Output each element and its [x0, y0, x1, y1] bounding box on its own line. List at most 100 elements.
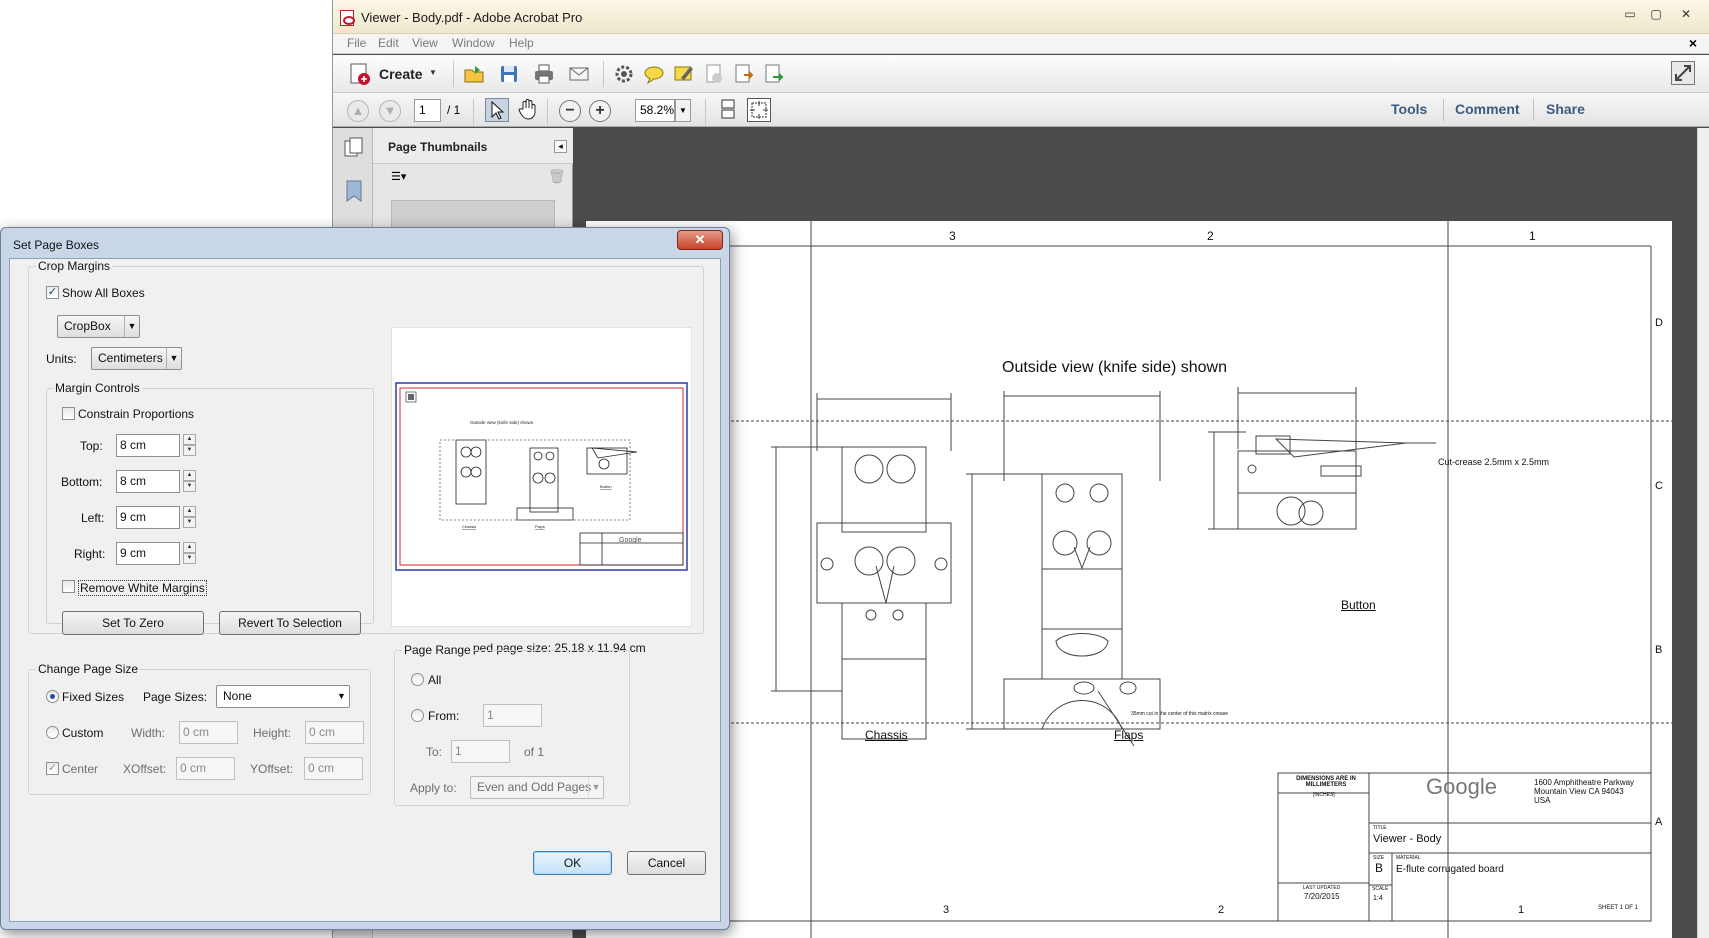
tb-dimensions: DIMENSIONS ARE IN MILLIMETERS [1296, 776, 1356, 788]
menu-help[interactable]: Help [509, 36, 534, 50]
tb-size: B [1375, 861, 1384, 875]
apply-to-label: Apply to: [410, 781, 457, 795]
window-close-button[interactable]: ✕ [1673, 4, 1699, 23]
settings-gear-icon[interactable] [613, 63, 635, 85]
xoffset-label: XOffset: [123, 762, 167, 776]
dialog-body: Crop Margins ✓ Show All Boxes CropBox ▼ … [9, 258, 721, 922]
tools-panel-button[interactable]: Tools [1391, 101, 1427, 117]
window-titlebar[interactable]: Viewer - Body.pdf - Adobe Acrobat Pro ▭ … [333, 0, 1709, 34]
remove-white-margins-label: Remove White Margins [78, 580, 207, 596]
page-thumbnails-icon[interactable] [343, 136, 365, 161]
page-sizes-select[interactable]: None ▼ [216, 685, 350, 708]
page-sizes-dropdown-icon: ▼ [337, 691, 346, 701]
bookmarks-icon[interactable] [345, 180, 363, 205]
previous-page-icon[interactable]: ▲ [347, 100, 369, 122]
page-number-input[interactable]: 1 [414, 99, 441, 122]
delete-page-icon[interactable] [703, 63, 725, 85]
vertical-scrollbar[interactable] [1697, 128, 1709, 938]
tb-material: E-flute corrugated board [1396, 864, 1504, 875]
maximize-button[interactable]: ▢ [1643, 4, 1669, 23]
tb-address-1: 1600 Amphitheatre Parkway [1534, 778, 1635, 787]
apply-to-select[interactable]: Even and Odd Pages ▼ [470, 776, 604, 799]
create-button[interactable]: Create ▼ [349, 61, 441, 87]
menu-view[interactable]: View [412, 36, 438, 50]
row-letter-d: D [1655, 317, 1663, 329]
comment-bubble-icon[interactable] [643, 63, 665, 85]
yoffset-input[interactable]: 0 cm [304, 757, 363, 780]
share-panel-button[interactable]: Share [1546, 101, 1585, 117]
insert-page-icon[interactable] [763, 63, 785, 85]
minimize-button[interactable]: ▭ [1617, 4, 1643, 23]
range-all-radio[interactable] [411, 673, 424, 686]
scrolling-mode-icon[interactable] [717, 98, 739, 120]
apply-to-value: Even and Odd Pages [477, 780, 592, 794]
bottom-margin-input[interactable]: 8 cm [116, 470, 180, 493]
top-margin-input[interactable]: 8 cm [116, 434, 180, 457]
range-from-input[interactable]: 1 [483, 704, 542, 727]
range-all-label: All [428, 673, 442, 687]
left-margin-stepper[interactable]: ▲ ▼ [183, 506, 196, 529]
menu-file[interactable]: File [347, 36, 366, 50]
bottom-margin-stepper[interactable]: ▲ ▼ [183, 470, 196, 493]
width-input[interactable]: 0 cm [179, 721, 238, 744]
constrain-proportions-checkbox[interactable] [62, 407, 75, 420]
open-icon[interactable] [463, 63, 485, 85]
box-type-select[interactable]: CropBox ▼ [57, 315, 140, 338]
show-all-boxes-checkbox[interactable]: ✓ [46, 286, 59, 299]
set-page-boxes-dialog: Set Page Boxes ✕ Crop Margins ✓ Show All… [0, 227, 730, 930]
zoom-input[interactable]: 58.2% [635, 99, 675, 122]
right-margin-input[interactable]: 9 cm [116, 542, 180, 565]
units-dropdown-icon: ▼ [166, 348, 181, 369]
trash-icon[interactable]: 🗑 [548, 168, 566, 185]
xoffset-input[interactable]: 0 cm [176, 757, 235, 780]
zoom-out-icon[interactable]: − [559, 100, 581, 122]
top-margin-stepper[interactable]: ▲ ▼ [183, 434, 196, 457]
revert-to-selection-button[interactable]: Revert To Selection [219, 611, 361, 635]
custom-size-label: Custom [62, 726, 104, 740]
zoom-in-icon[interactable]: + [589, 100, 611, 122]
create-label: Create [379, 66, 423, 82]
thumbnail-options-icon[interactable]: ☰▾ [391, 170, 421, 188]
expand-view-icon[interactable] [1671, 61, 1695, 85]
hand-tool-icon[interactable] [517, 98, 539, 120]
row-letter-a: A [1655, 816, 1663, 828]
nav-pane-title: Page Thumbnails [388, 140, 488, 154]
save-icon[interactable] [498, 63, 520, 85]
tb-inches: [INCHES] [1313, 792, 1335, 798]
set-to-zero-button[interactable]: Set To Zero [62, 611, 204, 635]
units-select[interactable]: Centimeters ▼ [91, 347, 182, 370]
dialog-close-button[interactable]: ✕ [677, 230, 723, 250]
zoom-dropdown-icon[interactable]: ▼ [675, 99, 691, 122]
right-margin-stepper[interactable]: ▲ ▼ [183, 542, 196, 565]
document-close-icon[interactable]: × [1689, 35, 1697, 51]
menu-window[interactable]: Window [452, 36, 495, 50]
pdf-page: 3 2 1 D C B A Outside view (knife side) … [586, 221, 1672, 938]
zone-top-3: 3 [949, 229, 956, 243]
navigation-header: Page Thumbnails ◂ [373, 128, 573, 164]
fixed-sizes-radio[interactable] [46, 690, 59, 703]
collapse-pane-icon[interactable]: ◂ [554, 140, 567, 153]
comment-panel-button[interactable]: Comment [1455, 101, 1520, 117]
export-page-icon[interactable] [733, 63, 755, 85]
center-checkbox[interactable]: ✓ [46, 762, 59, 775]
tb-scale-label: SCALE [1372, 886, 1389, 892]
left-margin-input[interactable]: 9 cm [116, 506, 180, 529]
select-tool-icon[interactable] [485, 98, 509, 122]
height-input[interactable]: 0 cm [305, 721, 364, 744]
constrain-proportions-label: Constrain Proportions [78, 407, 195, 421]
page-sizes-value: None [223, 689, 252, 703]
ok-button[interactable]: OK [533, 851, 612, 875]
change-page-size-legend: Change Page Size [36, 662, 141, 676]
remove-white-margins-checkbox[interactable] [62, 580, 75, 593]
preview-heading: Outside view (knife side) shown [470, 420, 534, 425]
print-icon[interactable] [533, 63, 555, 85]
email-icon[interactable] [568, 63, 590, 85]
custom-size-radio[interactable] [46, 726, 59, 739]
cancel-button[interactable]: Cancel [627, 851, 706, 875]
next-page-icon[interactable]: ▼ [379, 100, 401, 122]
range-from-radio[interactable] [411, 709, 424, 722]
fit-page-icon[interactable] [747, 98, 771, 122]
range-to-input[interactable]: 1 [451, 740, 510, 763]
menu-edit[interactable]: Edit [378, 36, 399, 50]
highlight-pen-icon[interactable] [673, 63, 695, 85]
